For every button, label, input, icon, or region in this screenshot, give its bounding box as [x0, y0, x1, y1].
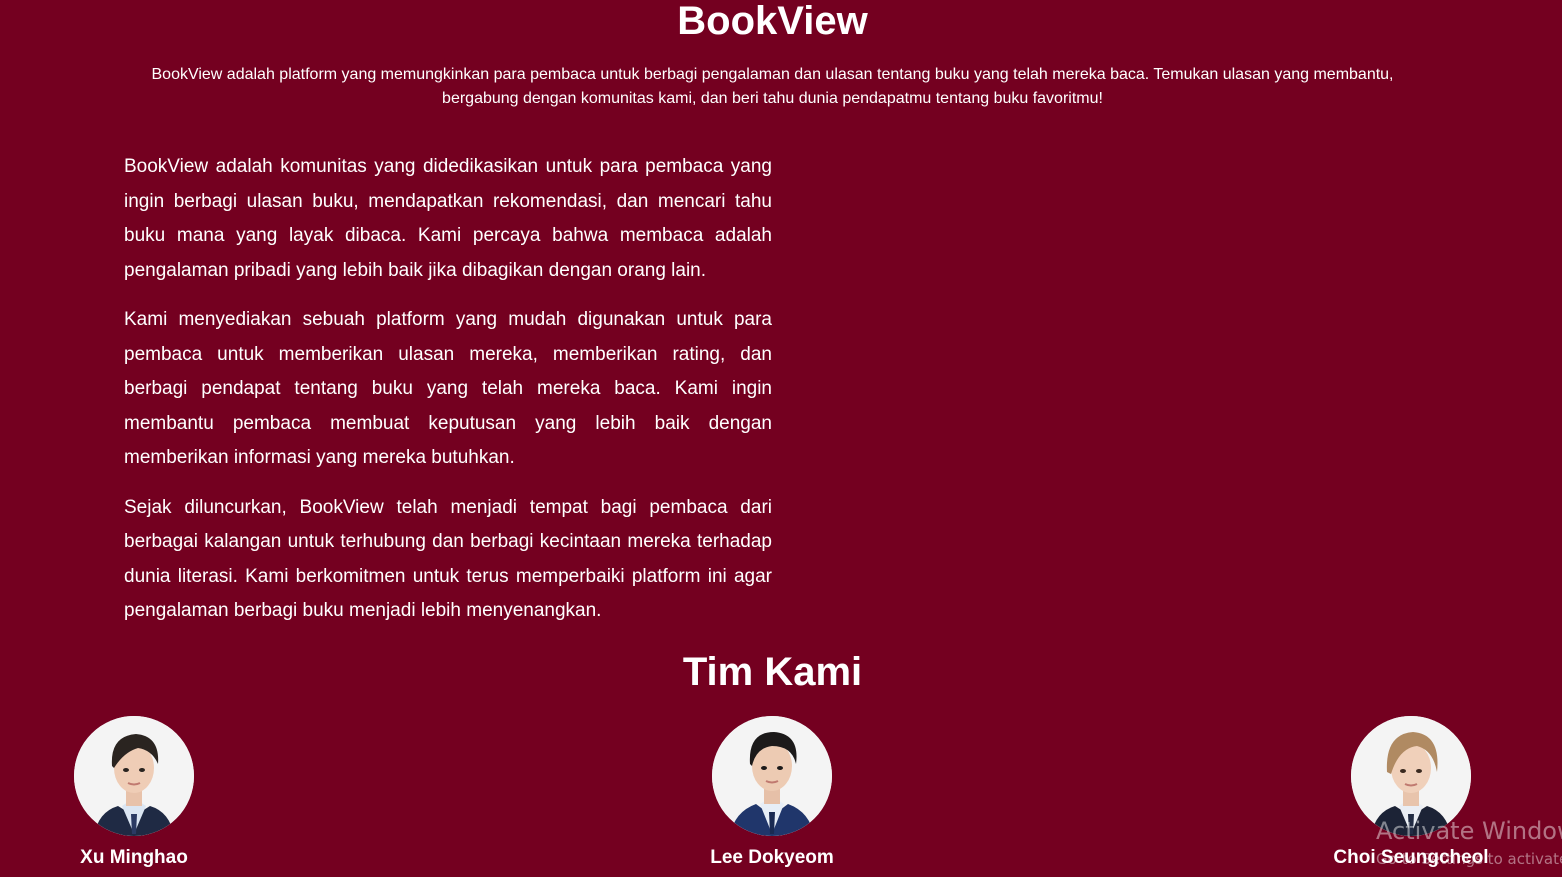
- person-photo: [74, 716, 194, 836]
- site-tagline: BookView adalah platform yang memungkink…: [151, 66, 1394, 107]
- avatar: [74, 716, 194, 836]
- member-name: Lee Dokyeom: [710, 847, 834, 868]
- page: BookView BookView adalah platform yang m…: [0, 0, 1562, 877]
- team-member-card: Xu Minghao: [14, 716, 254, 869]
- member-name: Xu Minghao: [80, 847, 188, 868]
- watermark-subtitle: Go to Settings to activate Windows.: [1376, 850, 1562, 868]
- about-paragraph-3: Sejak diluncurkan, BookView telah menjad…: [124, 496, 772, 622]
- activation-watermark: Activate Windows Go to Settings to activ…: [1376, 816, 1562, 869]
- person-photo: [712, 716, 832, 836]
- watermark-title: Activate Windows: [1376, 817, 1562, 845]
- team-member-card: Lee Dokyeom: [652, 716, 892, 869]
- team-title: Tim Kami: [682, 650, 863, 694]
- about-paragraph-2: Kami menyediakan sebuah platform yang mu…: [124, 309, 772, 468]
- site-title: BookView: [677, 0, 868, 43]
- about-section: BookView adalah komunitas yang didedikas…: [124, 150, 772, 644]
- about-paragraph-1: BookView adalah komunitas yang didedikas…: [124, 156, 772, 281]
- avatar: [712, 716, 832, 836]
